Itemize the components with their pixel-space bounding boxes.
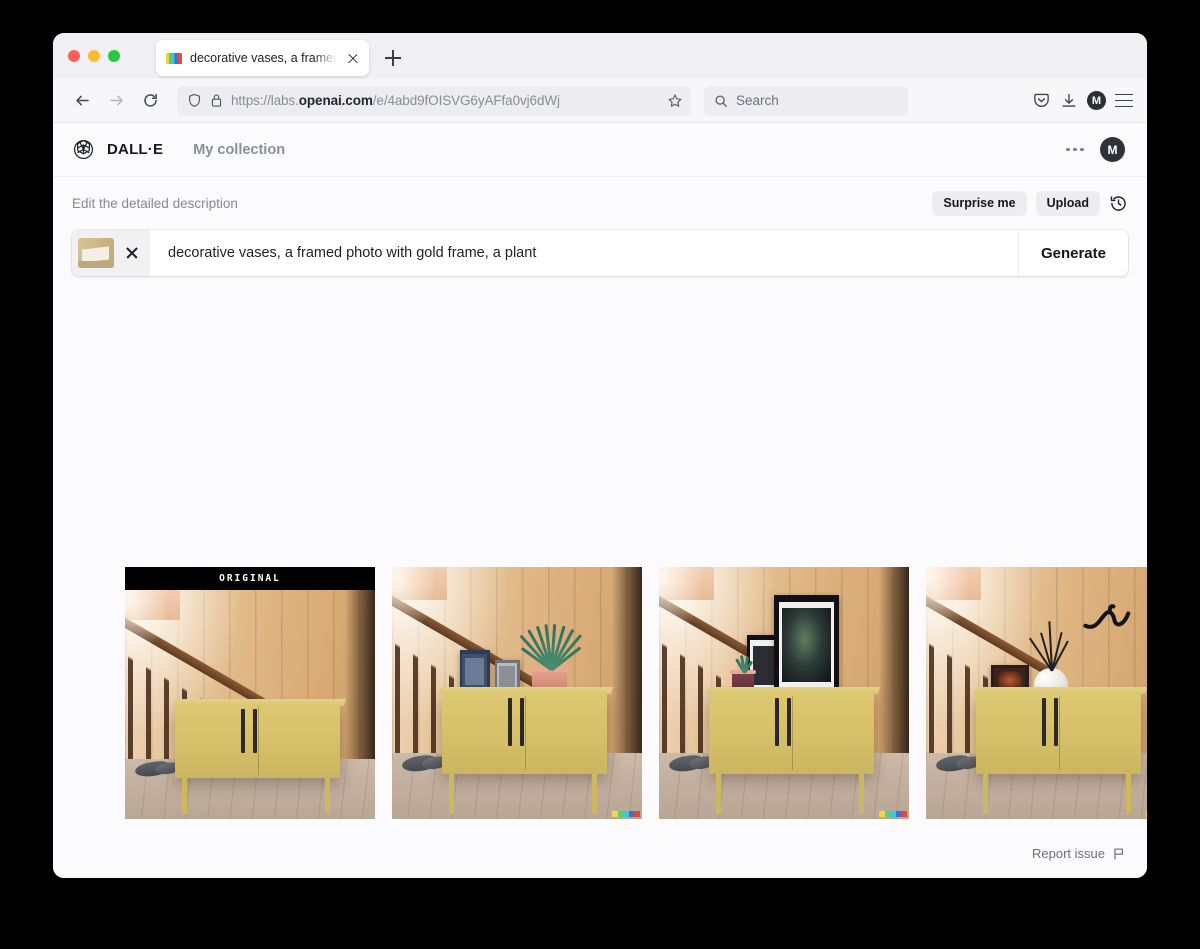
browser-window: decorative vases, a framed phot xyxy=(53,33,1147,878)
tab-strip: decorative vases, a framed phot xyxy=(53,33,1147,79)
search-icon xyxy=(715,94,727,107)
result-tile-original[interactable]: ORIGINAL xyxy=(125,567,375,819)
remove-image-icon[interactable] xyxy=(114,230,150,276)
brand-title: DALL·E xyxy=(107,141,164,158)
back-arrow-icon xyxy=(75,95,89,106)
new-tab-button[interactable] xyxy=(382,47,404,69)
original-badge: ORIGINAL xyxy=(125,567,375,590)
forward-arrow-icon xyxy=(109,95,123,106)
report-issue-link[interactable]: Report issue xyxy=(1032,846,1125,861)
flag-icon xyxy=(1114,847,1124,859)
dalle-rainbow-favicon-icon xyxy=(166,52,182,64)
dalle-watermark xyxy=(879,811,907,817)
url-domain: openai.com xyxy=(298,93,373,108)
dalle-watermark xyxy=(1146,811,1147,817)
url-text: https://labs.openai.com/e/4abd9fOISVG6yA… xyxy=(231,93,560,108)
history-icon[interactable] xyxy=(1109,194,1128,213)
tracking-protection-shield-icon[interactable] xyxy=(187,93,202,108)
pocket-save-icon[interactable] xyxy=(1032,91,1051,110)
reload-button[interactable] xyxy=(135,86,165,116)
close-tab-icon[interactable] xyxy=(345,50,361,66)
uploaded-image-thumbnail[interactable] xyxy=(78,238,114,268)
maximize-window-button[interactable] xyxy=(108,50,120,62)
bookmark-star-icon[interactable] xyxy=(667,93,683,109)
tab-title: decorative vases, a framed phot xyxy=(190,51,337,65)
address-bar[interactable]: https://labs.openai.com/e/4abd9fOISVG6yA… xyxy=(177,85,691,116)
reload-icon xyxy=(143,93,157,107)
dalle-watermark xyxy=(612,811,640,817)
back-button[interactable] xyxy=(67,86,97,116)
browser-toolbar: https://labs.openai.com/e/4abd9fOISVG6yA… xyxy=(53,79,1147,123)
result-tile-variation-2[interactable] xyxy=(659,567,909,819)
nav-my-collection[interactable]: My collection xyxy=(193,142,285,158)
editor-label: Edit the detailed description xyxy=(72,196,238,211)
upload-button[interactable]: Upload xyxy=(1035,191,1100,216)
forward-button[interactable] xyxy=(101,86,131,116)
search-placeholder: Search xyxy=(736,93,779,108)
editor-actions: Surprise me Upload xyxy=(932,191,1128,216)
result-tile-variation-3[interactable] xyxy=(926,567,1147,819)
close-window-button[interactable] xyxy=(68,50,80,62)
window-controls xyxy=(68,50,120,62)
user-avatar[interactable]: M xyxy=(1100,137,1125,162)
prompt-editor: Edit the detailed description Surprise m… xyxy=(53,177,1147,276)
downloads-icon[interactable] xyxy=(1060,92,1078,110)
padlock-icon xyxy=(211,94,222,107)
surprise-me-button[interactable]: Surprise me xyxy=(932,191,1027,216)
result-tile-variation-1[interactable] xyxy=(392,567,642,819)
report-issue-label: Report issue xyxy=(1032,846,1105,861)
hamburger-menu-icon[interactable] xyxy=(1115,93,1133,108)
toolbar-actions: M xyxy=(1032,91,1133,110)
image-variation-3 xyxy=(926,567,1147,819)
search-bar[interactable]: Search xyxy=(704,85,908,116)
openai-logo-icon[interactable] xyxy=(72,138,95,161)
image-chip xyxy=(72,230,150,276)
generate-button[interactable]: Generate xyxy=(1017,230,1128,276)
black-squiggle-wall-sculpture xyxy=(1083,604,1131,630)
image-variation-2 xyxy=(659,567,909,819)
ellipsis-icon[interactable] xyxy=(1066,147,1084,152)
browser-tab[interactable]: decorative vases, a framed phot xyxy=(156,40,369,76)
prompt-input[interactable]: decorative vases, a framed photo with go… xyxy=(150,245,1018,261)
results-grid: ORIGINAL xyxy=(125,567,1147,819)
image-original xyxy=(125,585,375,819)
firefox-account-avatar[interactable]: M xyxy=(1087,91,1106,110)
image-variation-1 xyxy=(392,567,642,819)
app-header: DALL·E My collection M xyxy=(53,123,1147,177)
header-actions: M xyxy=(1066,137,1125,162)
prompt-input-bar[interactable]: decorative vases, a framed photo with go… xyxy=(72,230,1128,276)
dalle-page: DALL·E My collection M Edit the detailed… xyxy=(53,123,1147,878)
large-black-framed-art xyxy=(774,594,839,696)
minimize-window-button[interactable] xyxy=(88,50,100,62)
url-path: /e/4abd9fOISVG6yAFfa0vj6dWj xyxy=(372,93,560,108)
editor-label-row: Edit the detailed description Surprise m… xyxy=(72,177,1128,230)
